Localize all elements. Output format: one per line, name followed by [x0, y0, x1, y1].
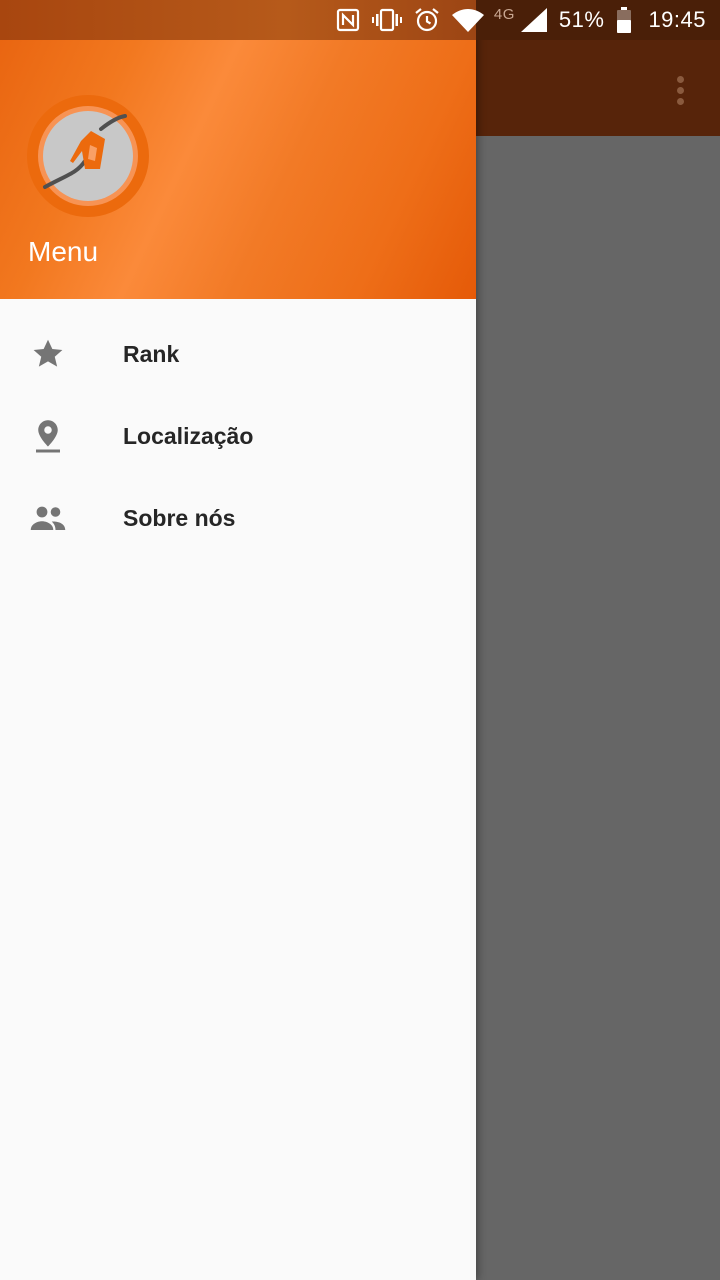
- menu-item-sobre-nos[interactable]: Sobre nós: [0, 477, 476, 559]
- signal-icon: [520, 8, 547, 32]
- star-icon: [28, 334, 68, 374]
- location-pin-icon: [28, 416, 68, 456]
- menu-item-rank[interactable]: Rank: [0, 313, 476, 395]
- status-bar: 4G 51% 19:45: [0, 0, 720, 40]
- menu-item-localizacao[interactable]: Localização: [0, 395, 476, 477]
- network-type: 4G: [493, 5, 515, 23]
- clock: 19:45: [648, 7, 706, 32]
- people-icon: [28, 498, 68, 538]
- nfc-icon: [336, 8, 360, 32]
- wifi-icon: [451, 8, 484, 32]
- drawer-header: Menu: [0, 0, 476, 299]
- menu-item-label: Sobre nós: [123, 504, 236, 531]
- fuel-pump-icon: [27, 95, 149, 217]
- battery-icon: [616, 7, 632, 33]
- menu-item-label: Rank: [123, 340, 180, 367]
- battery-percent: 51%: [558, 7, 605, 32]
- vibrate-icon: [371, 8, 402, 32]
- menu-item-label: Localização: [123, 422, 254, 449]
- navigation-drawer: Menu Rank Localização Sobre nós: [0, 0, 476, 1280]
- more-vert-icon[interactable]: [662, 68, 698, 112]
- drawer-title: Menu: [28, 236, 99, 267]
- alarm-icon: [414, 7, 440, 33]
- drawer-menu: Rank Localização Sobre nós: [0, 313, 476, 559]
